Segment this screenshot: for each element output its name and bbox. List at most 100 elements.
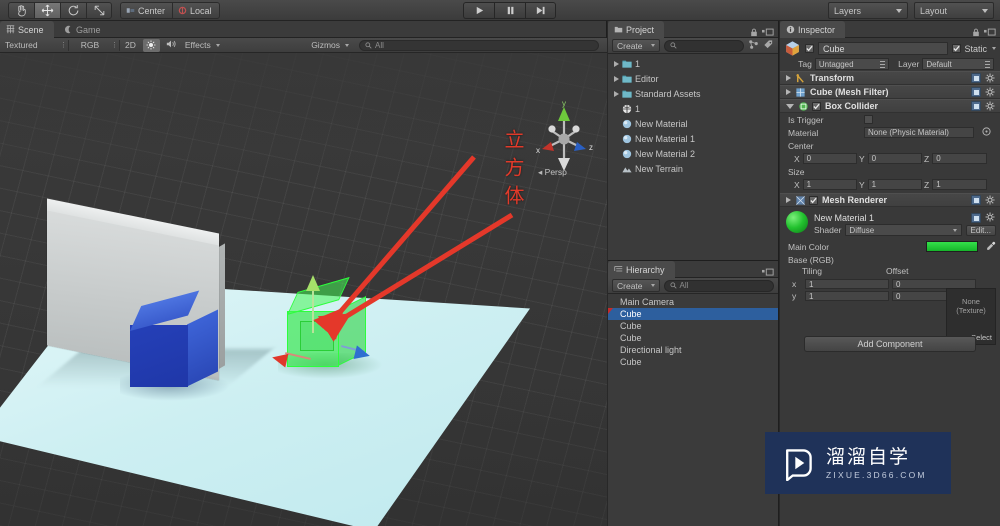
gizmo-y-axis-handle[interactable] [306,275,320,291]
add-component-button[interactable]: Add Component [804,336,976,352]
gear-icon[interactable] [985,101,996,112]
tab-scene[interactable]: Scene [0,21,54,39]
hierarchy-search-input[interactable]: All [663,279,774,292]
mesh-renderer-enabled-checkbox[interactable] [809,195,818,205]
help-icon[interactable] [971,212,981,223]
draw-mode-caret[interactable]: ⋮ [60,38,68,53]
toggle-lighting[interactable] [141,38,162,53]
foldout-arrow-icon[interactable] [786,197,791,203]
toggle-2d[interactable]: 2D [120,38,141,53]
pause-button[interactable] [494,2,525,19]
hierarchy-create-button[interactable]: Create [612,279,660,292]
center-y-field[interactable]: Y 0 [859,153,922,164]
object-name-field[interactable]: Cube [818,42,949,55]
blue-cube-object[interactable] [130,325,188,387]
gear-icon[interactable] [985,87,996,98]
gear-icon[interactable] [985,212,996,223]
rotate-tool[interactable] [60,2,86,19]
tab-hierarchy[interactable]: Hierarchy [608,261,675,279]
size-z-field[interactable]: Z 1 [924,179,987,190]
project-item[interactable]: New Terrain [608,161,778,176]
gizmo-projection-label[interactable]: ◂ Persp [538,167,567,178]
physic-material-field[interactable]: None (Physic Material) [864,127,974,138]
help-icon[interactable] [971,195,981,205]
size-x-field[interactable]: X 1 [794,179,857,190]
box-collider-enabled-checkbox[interactable] [812,101,821,111]
hierarchy-item[interactable]: Cube [608,320,778,332]
draw-mode-dropdown[interactable]: Textured [0,38,60,53]
project-item[interactable]: 1 [608,101,778,116]
move-tool[interactable] [34,2,60,19]
expand-triangle-icon[interactable] [614,75,619,82]
layer-dropdown[interactable]: Default [922,58,994,70]
step-button[interactable] [525,2,556,19]
project-favorites-icon[interactable] [748,37,759,55]
hierarchy-item[interactable]: Cube [608,356,778,368]
effects-dropdown[interactable]: Effects [180,38,225,53]
static-checkbox[interactable] [952,44,962,53]
size-y-field[interactable]: Y 1 [859,179,922,190]
pivot-space-button[interactable]: Local [172,2,220,19]
project-label-icon[interactable] [763,37,774,55]
gear-icon[interactable] [985,195,996,206]
center-z-field[interactable]: Z 0 [924,153,987,164]
project-search-input[interactable] [663,39,744,52]
pivot-center-button[interactable]: Center [120,2,173,19]
tiling-y-value[interactable]: 1 [805,291,889,301]
play-button[interactable] [463,2,494,19]
tab-project[interactable]: Project [608,21,665,39]
object-enabled-checkbox[interactable] [805,44,814,53]
chevron-down-icon[interactable] [992,47,996,50]
layers-dropdown[interactable]: Layers [828,2,908,19]
component-header-mesh-renderer[interactable]: Mesh Renderer [780,193,1000,207]
render-mode-caret[interactable]: ⋮ [111,38,119,53]
foldout-arrow-icon[interactable] [786,89,791,95]
foldout-arrow-icon[interactable] [786,75,791,81]
hierarchy-item[interactable]: Directional light [608,344,778,356]
render-mode-dropdown[interactable]: RGB [69,38,111,53]
project-item[interactable]: New Material 1 [608,131,778,146]
hierarchy-item-selected[interactable]: Cube [608,308,778,320]
component-header-box-collider[interactable]: Box Collider [780,99,1000,113]
project-item[interactable]: 1 [608,56,778,71]
gizmo-x-axis-handle[interactable] [270,350,289,368]
gizmos-dropdown[interactable]: Gizmos [306,38,354,53]
help-icon[interactable] [971,87,981,97]
eyedropper-icon[interactable] [986,241,996,253]
is-trigger-checkbox[interactable] [864,115,873,124]
shader-edit-button[interactable]: Edit... [965,224,996,236]
project-item[interactable]: Standard Assets [608,86,778,101]
project-asset-list[interactable]: 1 Editor Standard Assets 1 New Material New M… [608,54,778,260]
hierarchy-object-list[interactable]: Main Camera Cube Cube Cube Directional light… [608,296,778,526]
scene-search-input[interactable]: All [354,38,607,53]
hand-tool[interactable] [8,2,34,19]
tag-dropdown[interactable]: Untagged [814,58,889,70]
project-item[interactable]: Editor [608,71,778,86]
toggle-audio[interactable] [162,38,180,53]
layout-dropdown[interactable]: Layout [914,2,994,19]
tab-inspector[interactable]: Inspector [780,21,846,39]
foldout-arrow-icon[interactable] [786,103,794,109]
project-item[interactable]: New Material 2 [608,146,778,161]
project-item[interactable]: New Material [608,116,778,131]
component-header-transform[interactable]: Transform [780,71,1000,85]
center-x-field[interactable]: X 0 [794,153,857,164]
tiling-x-value[interactable]: 1 [805,279,889,289]
static-toggle[interactable]: Static [952,44,996,54]
hierarchy-item[interactable]: Main Camera [608,296,778,308]
hierarchy-item[interactable]: Cube [608,332,778,344]
project-create-button[interactable]: Create [612,39,660,52]
help-icon[interactable] [971,101,981,111]
help-icon[interactable] [971,73,981,83]
expand-triangle-icon[interactable] [614,60,619,67]
expand-triangle-icon[interactable] [614,90,619,97]
gizmo-y-axis-line[interactable] [312,285,314,333]
tab-game[interactable]: Game [58,21,111,38]
scale-tool[interactable] [86,2,112,19]
shader-dropdown[interactable]: Diffuse [845,224,962,236]
object-picker-icon[interactable] [982,127,991,138]
component-header-mesh-filter[interactable]: Cube (Mesh Filter) [780,85,1000,99]
main-color-swatch[interactable] [926,241,978,252]
scene-viewport[interactable]: 立方体 y x z ◂ Persp [0,53,607,526]
gear-icon[interactable] [985,73,996,84]
